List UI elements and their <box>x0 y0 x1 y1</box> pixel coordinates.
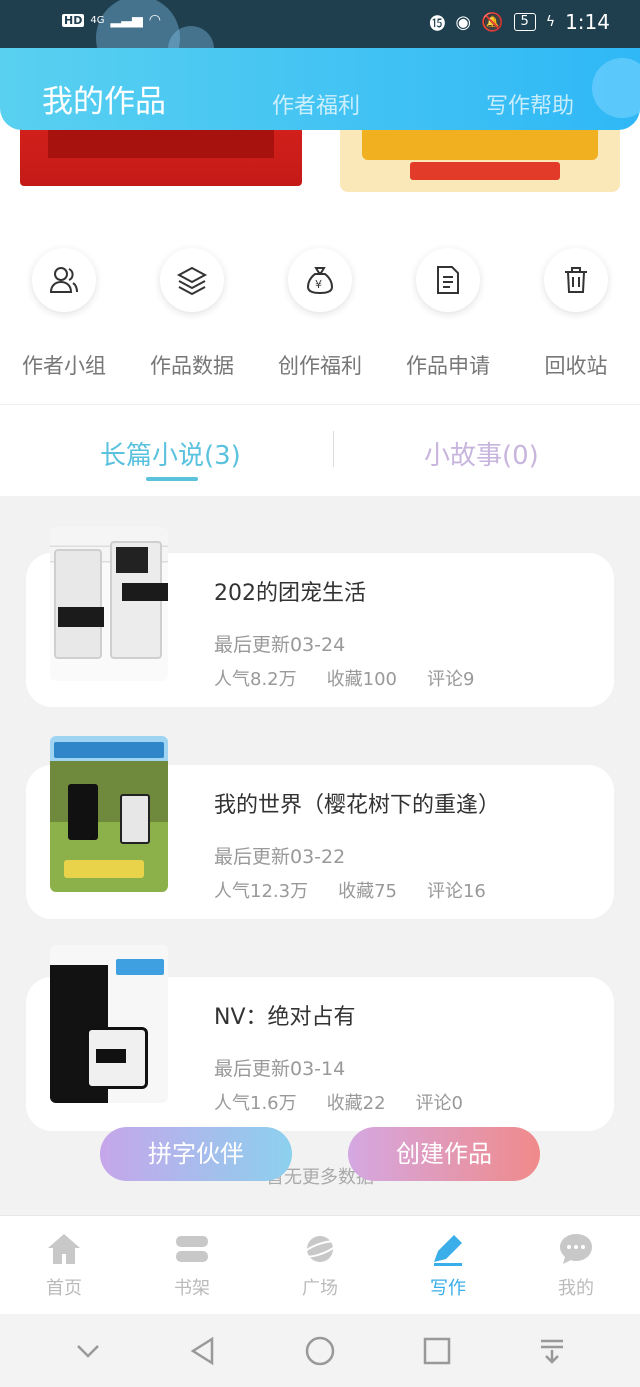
status-left: HD 4G ▂▃▅ ◠ <box>62 12 161 28</box>
action-author-group[interactable]: 作者小组 <box>0 248 128 380</box>
action-label: 创作福利 <box>278 354 362 378</box>
money-bag-icon: ¥ <box>288 248 352 312</box>
pinzi-partner-button[interactable]: 拼字伙伴 <box>100 1127 292 1181</box>
planet-icon <box>301 1236 339 1262</box>
action-label: 回收站 <box>544 354 608 378</box>
tab-novel[interactable]: 长篇小说(3) <box>100 435 241 472</box>
work-updated: 最后更新03-24 <box>214 634 346 656</box>
trash-icon <box>544 248 608 312</box>
notification-pull-icon[interactable] <box>537 1336 567 1366</box>
back-icon[interactable] <box>188 1336 218 1366</box>
action-label: 作品申请 <box>406 354 490 378</box>
work-popularity: 人气1.6万 <box>214 1093 297 1114</box>
tab-divider <box>333 431 334 467</box>
chat-icon <box>560 1234 592 1264</box>
nav-label: 广场 <box>302 1278 338 1299</box>
group-icon <box>32 248 96 312</box>
nav-home[interactable]: 首页 <box>0 1216 128 1315</box>
action-recycle-bin[interactable]: 回收站 <box>512 248 640 380</box>
collapse-icon[interactable] <box>73 1336 103 1366</box>
work-cover[interactable] <box>50 736 168 892</box>
nav-label: 书架 <box>174 1278 210 1299</box>
quick-actions: 作者小组 作品数据 ¥ 创作福利 作品申请 回收站 <box>0 248 640 380</box>
work-cover[interactable] <box>50 527 168 681</box>
work-stats: 人气8.2万 收藏100 评论9 <box>214 665 474 691</box>
nav-mine[interactable]: 我的 <box>512 1216 640 1315</box>
tab-short-story[interactable]: 小故事(0) <box>424 435 539 472</box>
status-bar: HD 4G ▂▃▅ ◠ ⓯ ◉ 🔕 5 ϟ 1:14 <box>0 0 640 80</box>
home-circle-icon[interactable] <box>304 1335 336 1367</box>
layers-icon <box>160 248 224 312</box>
work-favorites: 收藏100 <box>326 669 397 690</box>
tab-author-welfare[interactable]: 作者福利 <box>272 88 360 120</box>
work-updated: 最后更新03-22 <box>214 846 346 868</box>
action-creation-welfare[interactable]: ¥ 创作福利 <box>256 248 384 380</box>
action-label: 作者小组 <box>22 354 106 378</box>
tab-indicator <box>146 477 198 481</box>
charging-icon: ϟ <box>545 14 556 30</box>
work-title: 我的世界（樱花树下的重逢） <box>214 793 501 818</box>
recents-icon[interactable] <box>422 1336 452 1366</box>
action-works-data[interactable]: 作品数据 <box>128 248 256 380</box>
top-header: 我的作品 作者福利 写作帮助 <box>0 48 640 130</box>
action-works-apply[interactable]: 作品申请 <box>384 248 512 380</box>
nav-label: 首页 <box>46 1278 82 1299</box>
nfc-icon: ⓯ <box>429 14 446 33</box>
home-icon <box>48 1234 80 1264</box>
signal-icon: ▂▃▅ <box>110 12 143 28</box>
nav-label: 我的 <box>558 1278 594 1299</box>
no-more-data-text: 暂无更多数据 <box>266 1167 374 1188</box>
work-popularity: 人气8.2万 <box>214 669 297 690</box>
nav-label: 写作 <box>430 1278 466 1299</box>
work-comments: 评论0 <box>415 1093 463 1114</box>
mute-bell-icon: 🔕 <box>481 11 504 33</box>
status-right: ⓯ ◉ 🔕 5 ϟ 1:14 <box>429 10 610 34</box>
network-badge: HD <box>62 13 85 27</box>
work-favorites: 收藏22 <box>326 1093 386 1114</box>
work-comments: 评论9 <box>427 669 475 690</box>
work-stats: 人气12.3万 收藏75 评论16 <box>214 877 486 903</box>
bottom-nav: 首页 书架 广场 写作 我的 <box>0 1215 640 1315</box>
wifi-icon: ◠ <box>148 12 161 28</box>
tab-my-works[interactable]: 我的作品 <box>42 76 166 121</box>
create-work-button[interactable]: 创建作品 <box>348 1127 540 1181</box>
nav-write[interactable]: 写作 <box>384 1216 512 1315</box>
action-label: 作品数据 <box>150 354 234 378</box>
tab-writing-help[interactable]: 写作帮助 <box>486 88 574 120</box>
work-favorites: 收藏75 <box>338 881 397 902</box>
signal-label: 4G <box>90 14 105 26</box>
clock: 1:14 <box>565 10 610 34</box>
battery-icon: 5 <box>513 13 536 31</box>
work-title: 202的团宠生活 <box>214 581 366 606</box>
work-updated: 最后更新03-14 <box>214 1058 346 1080</box>
work-type-tabs: 长篇小说(3) 小故事(0) <box>0 404 640 496</box>
nav-square[interactable]: 广场 <box>256 1216 384 1315</box>
svg-text:¥: ¥ <box>315 278 322 291</box>
eye-icon: ◉ <box>455 11 472 33</box>
work-stats: 人气1.6万 收藏22 评论0 <box>214 1089 463 1115</box>
work-comments: 评论16 <box>426 881 486 902</box>
work-popularity: 人气12.3万 <box>214 881 309 902</box>
system-nav-bar <box>0 1314 640 1387</box>
pen-icon <box>434 1235 462 1266</box>
work-title: NV：绝对占有 <box>214 1005 356 1030</box>
work-cover[interactable] <box>50 945 168 1103</box>
bookshelf-icon <box>176 1236 208 1262</box>
document-icon <box>416 248 480 312</box>
nav-bookshelf[interactable]: 书架 <box>128 1216 256 1315</box>
